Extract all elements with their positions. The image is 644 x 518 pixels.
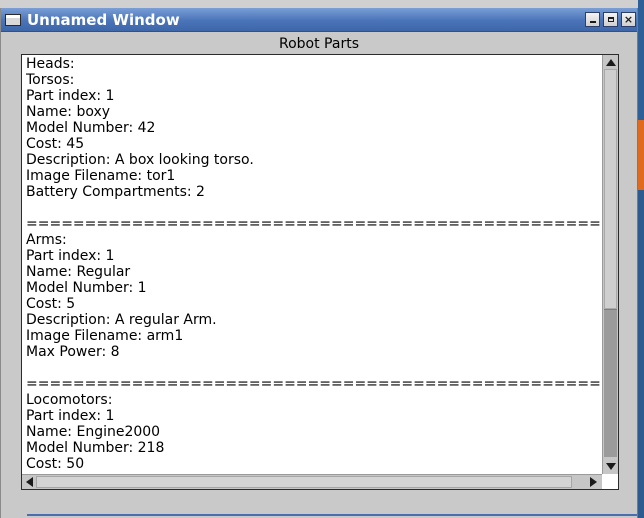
robot-parts-textarea[interactable]: Heads: Torsos: Part index: 1 Name: boxy Mode… (21, 54, 619, 490)
text-line: Name: Engine2000 (26, 424, 161, 440)
text-line: ========================================… (26, 376, 600, 392)
minimize-button[interactable] (585, 12, 600, 27)
text-line: Torsos: (26, 72, 75, 88)
text-line: Image Filename: tor1 (26, 168, 176, 184)
textarea-content[interactable]: Heads: Torsos: Part index: 1 Name: boxy Mode… (26, 56, 600, 473)
horizontal-scroll-thumb[interactable] (36, 476, 572, 488)
text-line: ========================================… (26, 216, 600, 232)
text-line: Heads: (26, 56, 75, 72)
text-line: Description: A regular Arm. (26, 312, 217, 328)
text-line: Part index: 1 (26, 248, 115, 264)
title-bar[interactable]: Unnamed Window × (1, 8, 637, 32)
vertical-scroll-thumb[interactable] (604, 309, 617, 457)
arrow-down-icon (605, 463, 616, 470)
text-line: Image Filename: arm1 (26, 328, 184, 344)
close-icon: × (623, 13, 634, 26)
text-line: Cost: 5 (26, 296, 76, 312)
window-title: Unnamed Window (27, 11, 180, 29)
horizontal-scrollbar[interactable] (22, 474, 602, 489)
arrow-right-icon (590, 477, 597, 487)
text-line: Arms: (26, 232, 67, 248)
scroll-up-button[interactable] (604, 56, 617, 69)
maximize-icon (607, 17, 614, 22)
text-line: Model Number: 1 (26, 280, 147, 296)
vertical-scroll-track[interactable] (604, 69, 617, 309)
text-line: Cost: 50 (26, 456, 85, 472)
text-line (26, 360, 600, 376)
maximize-button[interactable] (603, 12, 618, 27)
main-window: Unnamed Window × Robot Parts Heads: Torso… (0, 8, 638, 518)
arrow-up-icon (605, 59, 616, 66)
text-line: Name: Regular (26, 264, 131, 280)
text-line: Locomotors: (26, 392, 113, 408)
vertical-scrollbar[interactable] (602, 55, 618, 474)
close-button[interactable]: × (621, 12, 636, 27)
arrow-left-icon (26, 477, 33, 487)
text-line: Battery Compartments: 2 (26, 184, 205, 200)
scroll-right-button[interactable] (587, 476, 600, 488)
text-line: Part index: 1 (26, 408, 115, 424)
text-line: Max Power: 8 (26, 344, 120, 360)
text-line: Model Number: 42 (26, 120, 156, 136)
text-line: Description: A box looking torso. (26, 152, 254, 168)
robot-parts-label: Robot Parts (279, 36, 359, 52)
window-icon[interactable] (5, 14, 21, 26)
scroll-down-button[interactable] (604, 460, 617, 473)
desktop-background (638, 0, 644, 518)
minimize-icon (589, 21, 596, 23)
window-bottom-edge (27, 514, 637, 516)
scroll-left-button[interactable] (23, 476, 36, 488)
text-line: Model Number: 218 (26, 440, 165, 456)
text-line: Name: boxy (26, 104, 111, 120)
text-line (26, 200, 600, 216)
text-line: Part index: 1 (26, 88, 115, 104)
text-line: Cost: 45 (26, 136, 85, 152)
